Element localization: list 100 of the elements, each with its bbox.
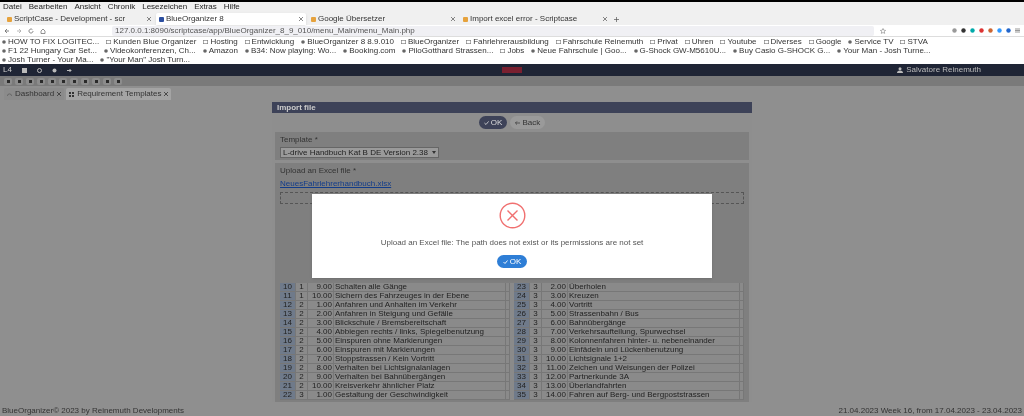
close-icon[interactable] xyxy=(147,17,151,21)
page-icon xyxy=(159,16,164,22)
bookmark[interactable]: Google xyxy=(808,37,842,46)
bookmark[interactable]: PiloGotthard Strassen... xyxy=(402,46,494,55)
menu-item[interactable]: Hilfe xyxy=(223,1,240,13)
field-label: Upload an Excel file * xyxy=(280,165,358,177)
bookmark[interactable]: Your Man - Josh Turne... xyxy=(837,46,931,55)
table-cell: 10.00 xyxy=(542,355,568,363)
toolbar-button[interactable] xyxy=(103,77,111,85)
footer-date: 21.04.2023 Week 16, from 17.04.2023 - 23.04.2023 xyxy=(838,405,1022,416)
table-cell: Zeichen und Weisungen der Polizei xyxy=(568,364,740,372)
toolbar-button[interactable] xyxy=(15,77,23,85)
home-icon[interactable] xyxy=(40,27,46,34)
table-cell: 2 xyxy=(296,319,308,327)
bookmark[interactable]: Fahrlehrerausbildung xyxy=(466,37,549,46)
bookmark[interactable]: BlueOrganizer xyxy=(401,37,460,46)
table-cell: 3 xyxy=(530,328,542,336)
table-cell: 3 xyxy=(530,373,542,381)
table-cell: 2 xyxy=(296,328,308,336)
menu-item[interactable]: Datei xyxy=(3,1,22,13)
table-cell: Einspuren mit Markierungen xyxy=(334,346,506,354)
back-arrow-icon[interactable] xyxy=(4,27,10,34)
table-cell: 13.00 xyxy=(542,382,568,390)
bookmark[interactable]: Diverses xyxy=(763,37,802,46)
bookmark[interactable]: Hosting xyxy=(203,37,238,46)
toolbar-button[interactable] xyxy=(59,77,67,85)
user-menu[interactable]: Salvatore Reinemuth xyxy=(906,64,981,76)
bookmark[interactable]: Fahrschule Reinemuth xyxy=(555,37,644,46)
close-icon[interactable] xyxy=(57,92,62,96)
close-icon[interactable] xyxy=(299,17,303,21)
bookmark[interactable]: Josh Turner - Your Ma... xyxy=(2,55,94,64)
menu-item[interactable]: Bearbeiten xyxy=(28,1,68,13)
toolbar-button[interactable] xyxy=(37,77,45,85)
bookmark[interactable]: B34: Now playing: Wo... xyxy=(245,46,337,55)
table-cell: Verhalten bei Lichtsignalanlagen xyxy=(334,364,506,372)
toolbar-button[interactable] xyxy=(114,77,122,85)
app-tab[interactable]: Dashboard xyxy=(4,88,65,100)
table-cell: 24 xyxy=(514,292,530,300)
table-cell: 4.00 xyxy=(308,328,334,336)
bookmark[interactable]: Kunden Blue Organizer xyxy=(106,37,197,46)
toolbar-button[interactable] xyxy=(26,77,34,85)
table-cell: 7.00 xyxy=(308,355,334,363)
bookmark[interactable]: HOW TO FIX LOGITEC... xyxy=(2,37,100,46)
menu-item[interactable]: Chronik xyxy=(107,1,136,13)
bookmark[interactable]: Neue Fahrschule | Goo... xyxy=(531,46,627,55)
table-cell: Einfädeln und Lückenbenutzung xyxy=(568,346,740,354)
folder-icon xyxy=(244,39,250,44)
bookmark[interactable]: Booking.com xyxy=(343,46,396,55)
toolbar-button[interactable] xyxy=(48,77,56,85)
ok-button[interactable]: OK xyxy=(496,255,528,268)
table-cell: 25 xyxy=(514,301,530,309)
bookmark[interactable]: Uhren xyxy=(684,37,714,46)
globe-icon xyxy=(633,48,638,53)
back-button[interactable]: Back xyxy=(510,116,546,129)
browser-tab[interactable]: ScriptCase - Development - scr xyxy=(4,13,154,25)
menu-item[interactable]: Ansicht xyxy=(74,1,101,13)
bookmark[interactable]: "Your Man" Josh Turn... xyxy=(100,55,191,64)
toolbar-button[interactable] xyxy=(81,77,89,85)
browser-tab[interactable]: Import excel error - Scriptcase xyxy=(460,13,610,25)
table-cell: 22 xyxy=(280,391,296,399)
browser-tab[interactable]: Google Übersetzer xyxy=(308,13,458,25)
toolbar-button[interactable] xyxy=(92,77,100,85)
table-cell: 2 xyxy=(296,346,308,354)
bookmark[interactable]: BlueOrganizer 8 8.9.010 xyxy=(301,37,394,46)
browser-tab[interactable]: BlueOrganizer 8 xyxy=(156,13,306,25)
bookmark[interactable]: Privat xyxy=(650,37,678,46)
globe-icon xyxy=(202,48,207,53)
table-cell: 5.00 xyxy=(542,310,568,318)
bookmark[interactable]: Buy Casio G-SHOCK G... xyxy=(733,46,831,55)
bookmark[interactable]: Amazon xyxy=(202,46,238,55)
close-icon[interactable] xyxy=(603,17,607,21)
table-cell: 4.00 xyxy=(542,301,568,309)
bookmark[interactable]: Videokonferenzen, Ch... xyxy=(103,46,196,55)
bookmark[interactable]: Jobs xyxy=(500,46,525,55)
globe-icon xyxy=(245,48,249,53)
address-bar[interactable]: 127.0.0.1:8090/scriptcase/app/BlueOrganizer_8_9_010/menu_Main/menu_Main.php xyxy=(112,25,874,36)
bookmark[interactable]: F1 22 Hungary Car Set... xyxy=(2,46,97,55)
table-cell: 23 xyxy=(514,283,530,291)
close-icon[interactable] xyxy=(164,92,169,96)
new-tab-icon[interactable] xyxy=(614,17,619,22)
ok-button[interactable]: OK xyxy=(478,116,508,129)
bookmark[interactable]: G-Shock GW-M5610U... xyxy=(633,46,727,55)
menu-item[interactable]: Lesezeichen xyxy=(142,1,188,13)
app-tab[interactable]: Requirement Templates xyxy=(66,88,172,100)
table-cell: 7.00 xyxy=(542,328,568,336)
bookmark[interactable]: Youtube xyxy=(720,37,757,46)
table-cell: 11 xyxy=(280,292,296,300)
toolbar-button[interactable] xyxy=(4,77,12,85)
table-cell: Verkehrsaufteilung, Spurwechsel xyxy=(568,328,740,336)
bookmark[interactable]: Entwicklung xyxy=(244,37,295,46)
close-icon[interactable] xyxy=(451,17,455,21)
refresh-icon[interactable] xyxy=(36,67,42,73)
bookmark[interactable]: STVA xyxy=(900,37,928,46)
toolbar-button[interactable] xyxy=(70,77,78,85)
logout-icon[interactable] xyxy=(66,67,72,73)
bookmark[interactable]: Service TV xyxy=(848,37,894,46)
template-select[interactable]: L-drive Handbuch Kat B DE Version 2.38 xyxy=(280,147,439,158)
menu-item[interactable]: Extras xyxy=(194,1,217,13)
star-icon[interactable] xyxy=(880,27,886,34)
table-cell: 9.00 xyxy=(542,346,568,354)
